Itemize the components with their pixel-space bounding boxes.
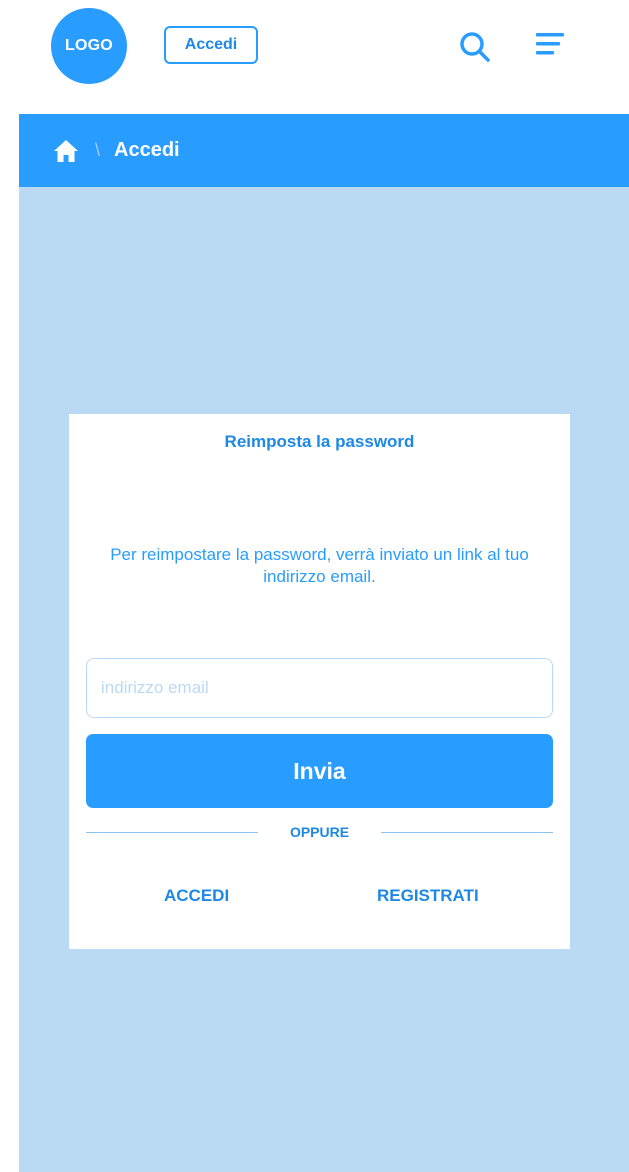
breadcrumb-separator: \ (95, 140, 101, 160)
submit-button[interactable]: Invia (86, 734, 553, 808)
logo-text: LOGO (65, 37, 113, 54)
menu-icon[interactable] (534, 30, 566, 60)
register-link[interactable]: REGISTRATI (377, 886, 479, 906)
login-button[interactable]: Accedi (164, 26, 258, 64)
breadcrumb-current: Accedi (114, 139, 180, 161)
card-title: Reimposta la password (224, 432, 415, 451)
login-link[interactable]: ACCEDI (164, 886, 229, 906)
divider-text: OPPURE (289, 824, 350, 840)
home-icon[interactable] (53, 139, 79, 163)
divider-line-left (86, 831, 258, 833)
logo[interactable]: LOGO (51, 8, 127, 84)
email-input[interactable] (86, 658, 553, 718)
card-description: Per reimpostare la password, verrà invia… (110, 545, 529, 586)
search-icon[interactable] (458, 30, 492, 64)
breadcrumb: \ Accedi (19, 114, 629, 187)
top-bar: LOGO Accedi (0, 0, 629, 114)
divider-line-right (381, 831, 553, 833)
reset-password-card: Reimposta la password Per reimpostare la… (69, 414, 570, 949)
or-divider: OPPURE (86, 822, 553, 842)
